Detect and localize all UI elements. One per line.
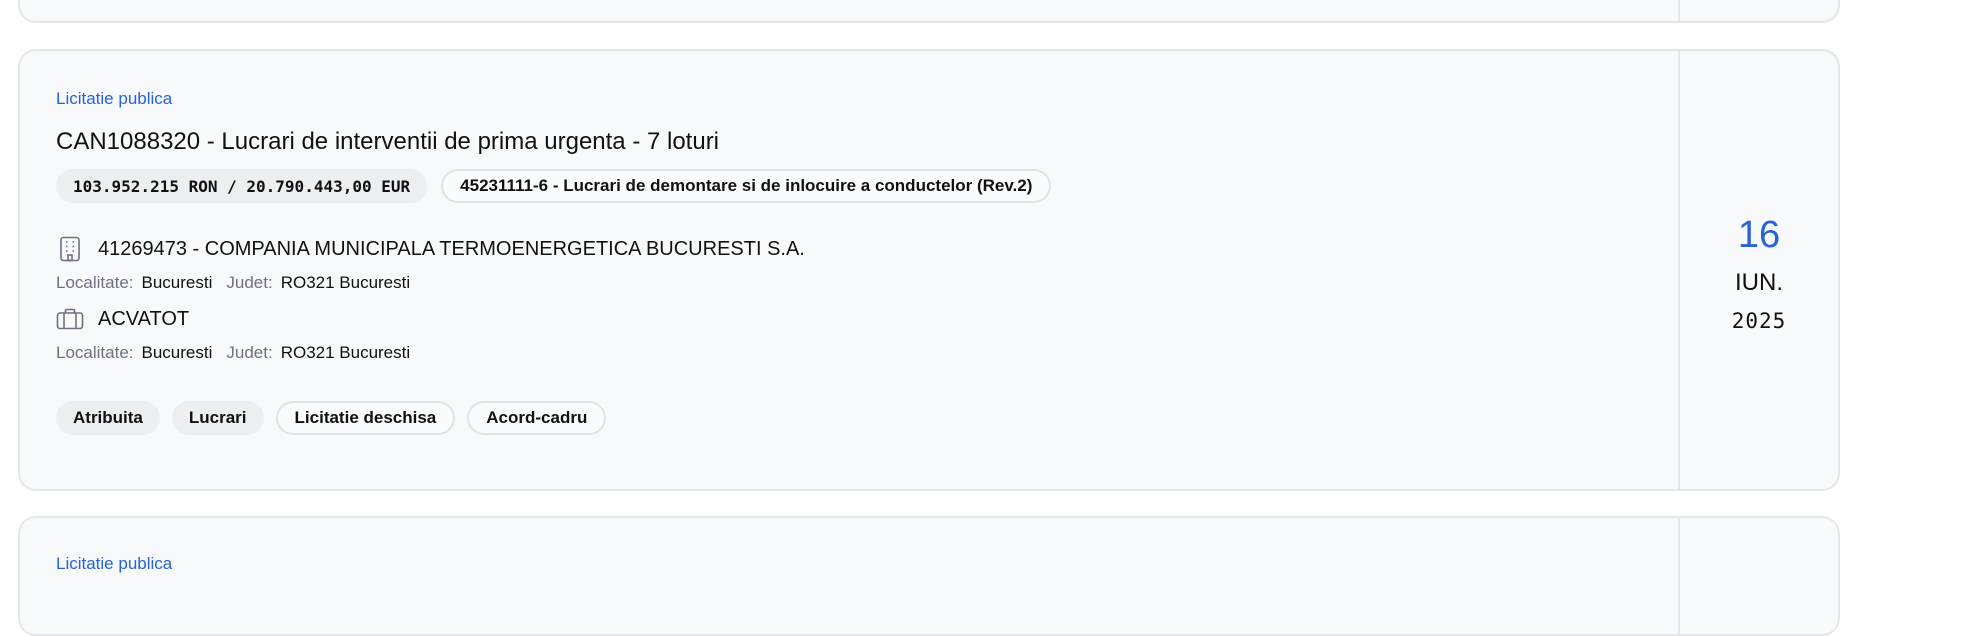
judet-label: Judet: [226,343,273,362]
localitate-label: Localitate: [56,273,134,292]
value-chip: 103.952.215 RON / 20.790.443,00 EUR [56,169,428,203]
judet-value: RO321 Bucuresti [280,273,411,292]
value-chip-row: 103.952.215 RON / 20.790.443,00 EUR 4523… [56,169,1642,203]
status-tag-atribuita: Atribuita [56,401,160,435]
status-tags: Atribuita Lucrari Licitatie deschisa Aco… [56,401,1642,435]
date-year: 2025 [1731,309,1787,333]
localitate-value: Bucuresti [141,273,213,292]
authority-location: Localitate: Bucuresti Judet: RO321 Bucur… [56,273,1642,293]
card-body: Licitatie publica [20,518,1678,634]
procedure-type-link[interactable]: Licitatie publica [56,554,172,574]
date-day: 16 [1737,214,1781,256]
localitate-value: Bucuresti [141,343,213,362]
cpv-chip[interactable]: 45231111-6 - Lucrari de demontare si de … [441,169,1052,203]
date-month: IUN. [1735,269,1783,296]
building-icon [56,235,84,263]
winner-row: ACVATOT [56,305,1642,333]
card-body [20,0,1678,21]
winner-name[interactable]: ACVATOT [98,308,189,331]
winner-location: Localitate: Bucuresti Judet: RO321 Bucur… [56,343,1642,363]
tender-card-previous[interactable] [18,0,1840,23]
tender-card-next[interactable]: Licitatie publica [18,516,1840,636]
tender-card[interactable]: Licitatie publica CAN1088320 - Lucrari d… [18,49,1840,491]
framework-tag: Acord-cadru [467,401,607,435]
judet-value: RO321 Bucuresti [280,343,411,362]
date-column [1678,0,1838,21]
localitate-label: Localitate: [56,343,134,362]
card-body: Licitatie publica CAN1088320 - Lucrari d… [20,51,1678,489]
procedure-type-link[interactable]: Licitatie publica [56,89,172,109]
briefcase-icon [56,305,84,333]
authority-row: 41269473 - COMPANIA MUNICIPALA TERMOENER… [56,235,1642,263]
tender-title[interactable]: CAN1088320 - Lucrari de interventii de p… [56,127,1642,157]
contract-type-tag: Lucrari [171,401,264,435]
procedure-tag: Licitatie deschisa [275,401,456,435]
date-column [1678,518,1838,634]
date-column: 16 IUN. 2025 [1678,51,1838,489]
judet-label: Judet: [226,273,273,292]
authority-name[interactable]: 41269473 - COMPANIA MUNICIPALA TERMOENER… [98,238,805,261]
